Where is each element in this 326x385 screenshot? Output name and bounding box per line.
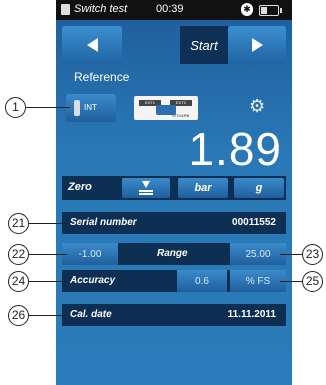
serial-label: Serial number [70,217,137,228]
zero-icon [139,181,153,195]
range-row: -1.00 Range 25.00 [62,243,286,265]
start-button[interactable] [228,26,286,64]
range-min[interactable]: -1.00 [62,243,118,265]
play-icon [251,38,263,52]
gear-icon[interactable]: ⚙ [249,97,267,115]
battery-icon [259,5,282,16]
callout-23: 23 [302,244,323,265]
status-title: Switch test [74,3,128,15]
callout-22: 22 [8,244,29,265]
caldate-row: Cal. date 11.11.2011 [62,304,286,326]
callout-26: 26 [8,305,29,326]
zero-label: Zero [68,181,92,193]
document-icon [61,4,70,15]
device-screen: Switch test 00:39 ✱ Start Reference INT … [56,0,292,385]
status-bar: Switch test 00:39 ✱ [56,0,292,20]
status-time: 00:39 [156,3,184,15]
unit-pressure-button[interactable]: bar [178,178,228,198]
callout-24: 24 [8,271,29,292]
arrow-left-icon [86,38,98,52]
callout-1: 1 [5,97,26,118]
accuracy-unit[interactable]: % FS [230,270,286,292]
range-max[interactable]: 25.00 [230,243,286,265]
int-sensor-button[interactable]: INT [66,94,116,122]
accuracy-row: Accuracy 0.6 % FS [62,270,286,292]
serial-row: Serial number 00011552 [62,212,286,234]
zero-row: Zero bar g [62,176,286,200]
caldate-label: Cal. date [70,309,112,320]
bluetooth-icon: ✱ [241,3,253,16]
back-button[interactable] [62,26,122,64]
accuracy-value[interactable]: 0.6 [177,270,227,292]
sensor-selector[interactable]: EXT1 EXT2 STD/ARB [134,96,198,120]
range-label: Range [157,248,188,259]
nav-row: Start [62,26,286,64]
zero-button[interactable] [122,178,170,198]
reference-label: Reference [74,70,130,84]
accuracy-label: Accuracy [70,275,116,286]
callout-25: 25 [302,271,323,292]
sensor-caption: STD/ARB [172,113,190,118]
callout-21: 21 [8,213,29,234]
probe-icon [74,100,80,116]
int-label: INT [84,103,97,112]
start-label: Start [180,26,228,64]
caldate-value: 11.11.2011 [227,309,276,320]
unit-g-button[interactable]: g [234,178,284,198]
serial-value: 00011552 [232,217,276,228]
pressure-reading: 1.89 [188,123,282,175]
